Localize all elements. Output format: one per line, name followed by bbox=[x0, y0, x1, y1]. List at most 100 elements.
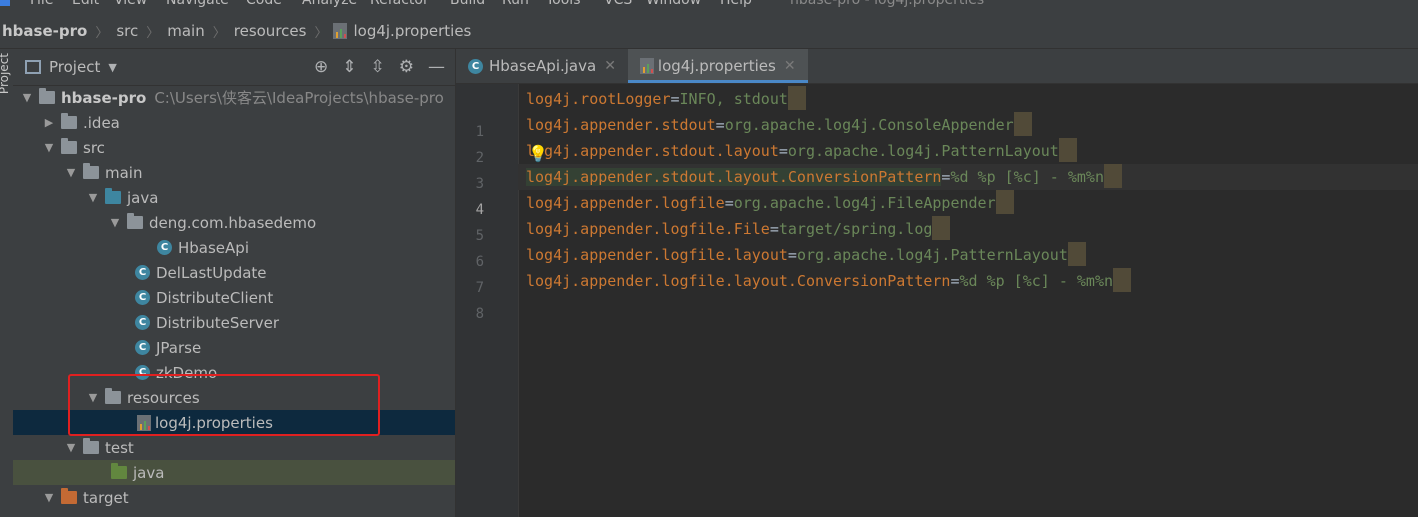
project-panel-title[interactable]: Project bbox=[49, 58, 100, 76]
breadcrumb-file[interactable]: log4j.properties bbox=[351, 22, 473, 40]
code-line[interactable]: log4j.appender.logfile=org.apache.log4j.… bbox=[518, 190, 1418, 216]
menu-window[interactable]: Window bbox=[646, 0, 701, 8]
tree-item-target[interactable]: ▼ target bbox=[13, 485, 455, 510]
tree-item-test-java[interactable]: java bbox=[13, 460, 455, 485]
tab-label: HbaseApi.java bbox=[489, 57, 597, 75]
chevron-down-icon[interactable]: ▼ bbox=[43, 141, 55, 154]
menu-build[interactable]: Build bbox=[450, 0, 485, 8]
tree-item-label: DistributeClient bbox=[156, 288, 274, 307]
code-editor[interactable]: log4j.rootLogger=INFO, stdout log4j.appe… bbox=[518, 84, 1418, 517]
menu-help[interactable]: Help bbox=[720, 0, 752, 8]
menu-bar: File Edit View Navigate Code Analyze Ref… bbox=[0, 0, 1418, 14]
tree-item-label: java bbox=[133, 463, 165, 482]
tree-item-distributeserver[interactable]: C DistributeServer bbox=[13, 310, 455, 335]
menu-run[interactable]: Run bbox=[502, 0, 529, 8]
close-icon[interactable]: ✕ bbox=[784, 58, 796, 74]
menu-navigate[interactable]: Navigate bbox=[166, 0, 229, 8]
line-number: 8 bbox=[475, 306, 484, 322]
tab-hbaseapi-java[interactable]: C HbaseApi.java ✕ bbox=[456, 49, 628, 83]
code-line[interactable]: log4j.appender.stdout.layout=org.apache.… bbox=[518, 138, 1418, 164]
trailing-whitespace-marker bbox=[932, 216, 951, 240]
tree-item-test[interactable]: ▼ test bbox=[13, 435, 455, 460]
tree-item-main[interactable]: ▼ main bbox=[13, 160, 455, 185]
menu-edit[interactable]: Edit bbox=[72, 0, 99, 8]
property-value: %d %p [%c] - %m%n bbox=[959, 272, 1114, 290]
code-line[interactable]: log4j.appender.logfile.File=target/sprin… bbox=[518, 216, 1418, 242]
chevron-right-icon: 〉 bbox=[314, 25, 328, 41]
menu-analyze[interactable]: Analyze bbox=[302, 0, 357, 8]
excluded-folder-icon bbox=[61, 488, 77, 504]
close-icon[interactable]: ✕ bbox=[604, 58, 616, 74]
source-folder-icon bbox=[105, 188, 121, 204]
menu-view[interactable]: View bbox=[114, 0, 147, 8]
breadcrumb-main[interactable]: main bbox=[165, 22, 206, 40]
window-title: hbase-pro - log4j.properties bbox=[790, 0, 985, 8]
tree-item-src[interactable]: ▼ src bbox=[13, 135, 455, 160]
chevron-down-icon[interactable]: ▼ bbox=[87, 191, 99, 204]
tree-item-java[interactable]: ▼ java bbox=[13, 185, 455, 210]
line-number: 6 bbox=[475, 254, 484, 270]
tree-item-hbase-pro[interactable]: ▼ hbase-pro C:\Users\侠客云\IdeaProjects\hb… bbox=[13, 85, 455, 110]
tab-label: log4j.properties bbox=[657, 57, 776, 75]
menu-tools[interactable]: Tools bbox=[546, 0, 581, 8]
java-class-icon: C bbox=[135, 290, 150, 305]
menu-code[interactable]: Code bbox=[246, 0, 282, 8]
chevron-down-icon[interactable]: ▼ bbox=[65, 441, 77, 454]
tree-item-distributeclient[interactable]: C DistributeClient bbox=[13, 285, 455, 310]
java-class-icon: C bbox=[135, 265, 150, 280]
code-line[interactable]: log4j.appender.logfile.layout=org.apache… bbox=[518, 242, 1418, 268]
tree-item-idea[interactable]: ▶ .idea bbox=[13, 110, 455, 135]
module-folder-icon bbox=[39, 88, 55, 104]
tree-item-label: HbaseApi bbox=[178, 238, 249, 257]
line-number: 4 bbox=[475, 202, 484, 218]
property-value: INFO, stdout bbox=[679, 90, 788, 108]
minimize-icon[interactable]: — bbox=[428, 57, 445, 77]
menu-file[interactable]: File bbox=[30, 0, 53, 8]
tree-item-jparse[interactable]: C JParse bbox=[13, 335, 455, 360]
breadcrumb-resources[interactable]: resources bbox=[232, 22, 309, 40]
code-line[interactable]: log4j.appender.logfile.layout.Conversion… bbox=[518, 268, 1418, 294]
line-number-gutter: 1 2 3 4 5 6 7 8 bbox=[456, 84, 519, 517]
code-line-current[interactable]: log4j.appender.stdout.layout.ConversionP… bbox=[518, 164, 1418, 190]
property-value: org.apache.log4j.FileAppender bbox=[733, 194, 996, 212]
folder-icon bbox=[61, 113, 77, 129]
menu-refactor[interactable]: Refactor bbox=[370, 0, 429, 8]
property-key: log4j.appender.logfile.layout bbox=[526, 246, 788, 264]
code-line[interactable]: log4j.rootLogger=INFO, stdout bbox=[518, 86, 1418, 112]
breadcrumb-src[interactable]: src bbox=[114, 22, 140, 40]
chevron-down-icon[interactable]: ▼ bbox=[43, 491, 55, 504]
equals-sign: = bbox=[715, 116, 725, 134]
expand-all-icon[interactable]: ⇕ bbox=[342, 57, 356, 77]
chevron-right-icon[interactable]: ▶ bbox=[43, 116, 55, 129]
chevron-down-icon[interactable]: ▼ bbox=[108, 61, 116, 74]
property-value: org.apache.log4j.PatternLayout bbox=[787, 142, 1059, 160]
gear-icon[interactable]: ⚙ bbox=[399, 57, 414, 77]
java-class-icon: C bbox=[135, 340, 150, 355]
breadcrumb-project[interactable]: hbase-pro bbox=[0, 22, 89, 40]
menu-vcs[interactable]: VCS bbox=[604, 0, 632, 8]
line-number: 3 bbox=[475, 176, 484, 192]
trailing-whitespace-marker bbox=[995, 190, 1014, 214]
property-key: log4j.appender.stdout bbox=[526, 116, 716, 134]
property-key: log4j.appender.stdout.layout.ConversionP… bbox=[526, 168, 942, 186]
equals-sign: = bbox=[724, 194, 734, 212]
project-icon bbox=[25, 60, 41, 74]
tree-item-hbaseapi[interactable]: C HbaseApi bbox=[13, 235, 455, 260]
tree-item-label: DistributeServer bbox=[156, 313, 280, 332]
editor-tabs: C HbaseApi.java ✕ log4j.properties ✕ bbox=[456, 49, 1418, 84]
collapse-all-icon[interactable]: ⇳ bbox=[371, 57, 385, 77]
project-tool-window-button[interactable]: Project bbox=[0, 53, 11, 94]
chevron-down-icon[interactable]: ▼ bbox=[109, 216, 121, 229]
code-line[interactable]: log4j.appender.stdout=org.apache.log4j.C… bbox=[518, 112, 1418, 138]
properties-file-icon bbox=[333, 23, 348, 39]
tree-item-label: test bbox=[105, 438, 134, 457]
property-key: log4j.appender.logfile bbox=[526, 194, 725, 212]
locate-icon[interactable]: ⊕ bbox=[314, 57, 328, 77]
tree-item-package[interactable]: ▼ deng.com.hbasedemo bbox=[13, 210, 455, 235]
package-icon bbox=[127, 213, 143, 229]
project-path: C:\Users\侠客云\IdeaProjects\hbase-pro bbox=[154, 89, 444, 107]
tree-item-dellastupdate[interactable]: C DelLastUpdate bbox=[13, 260, 455, 285]
chevron-down-icon[interactable]: ▼ bbox=[21, 91, 33, 104]
chevron-down-icon[interactable]: ▼ bbox=[65, 166, 77, 179]
tab-log4j-properties[interactable]: log4j.properties ✕ bbox=[627, 49, 808, 83]
